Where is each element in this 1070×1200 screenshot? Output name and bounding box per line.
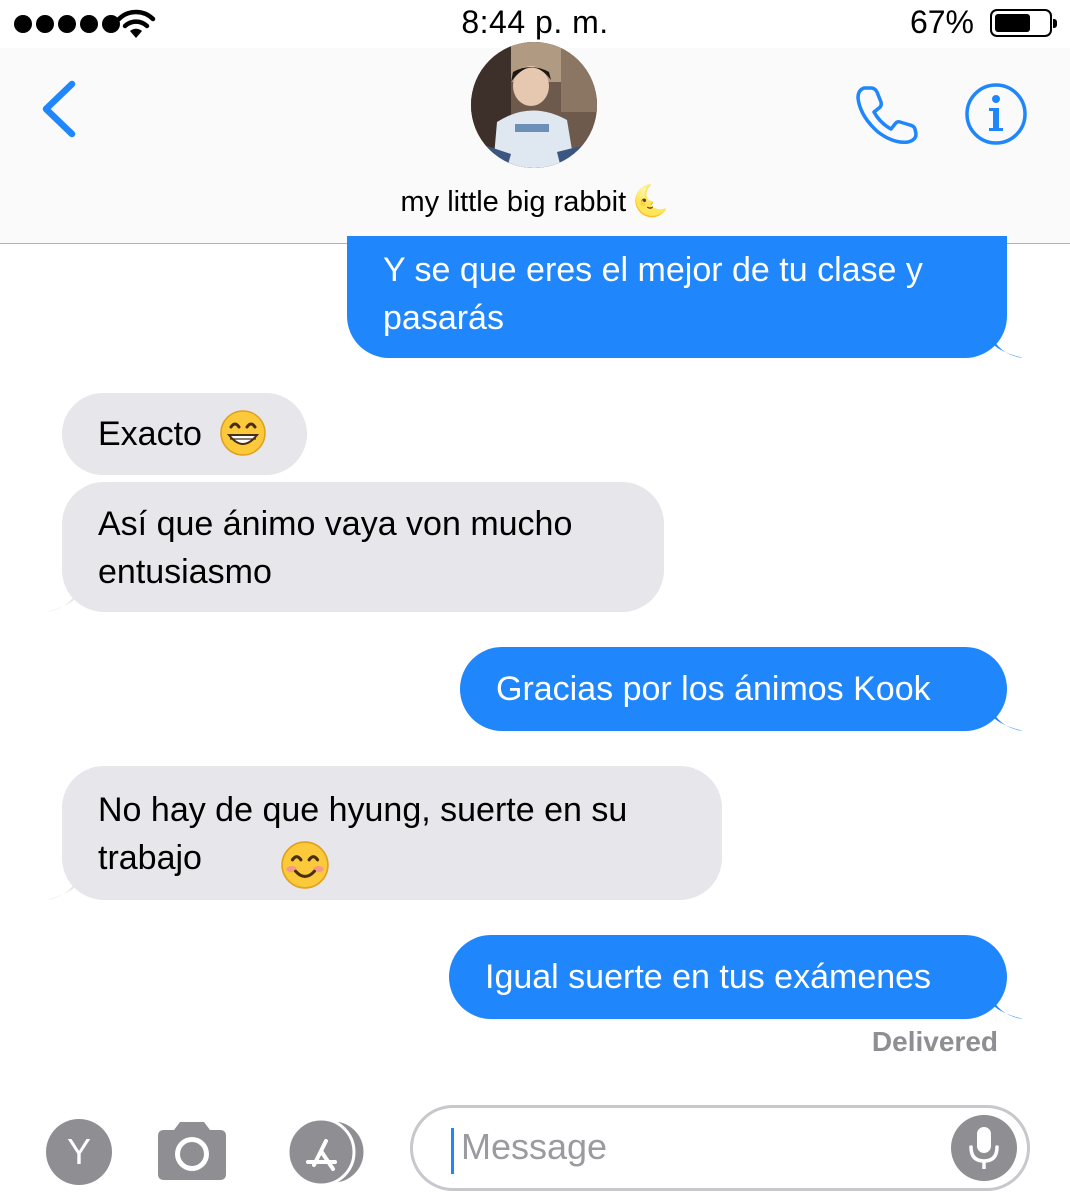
microphone-icon[interactable] [951, 1115, 1017, 1181]
message-bubble-outgoing[interactable]: Y se que eres el mejor de tu clase y pas… [347, 236, 1023, 358]
app-store-icon[interactable] [281, 1117, 371, 1187]
battery-icon [990, 9, 1057, 37]
bubble-tail [989, 989, 1023, 1019]
battery-percent: 67% [909, 4, 974, 40]
contact-avatar[interactable] [471, 42, 597, 168]
message-text: Exacto [98, 415, 202, 453]
bubble-tail [46, 582, 80, 612]
bubble-tail [46, 870, 80, 900]
delivered-status: Delivered [871, 1026, 998, 1057]
message-bubble-incoming[interactable]: Así que ánimo vaya von mucho entusiasmo [46, 482, 664, 612]
grinning-face-icon [220, 410, 267, 456]
message-bubble-incoming[interactable]: Exacto [62, 393, 307, 475]
contact-name[interactable]: my little big rabbit 🌜 [0, 184, 1070, 219]
text-cursor [451, 1128, 454, 1174]
message-input[interactable]: Message [410, 1105, 1030, 1191]
message-bubble-outgoing[interactable]: Gracias por los ánimos Kook [460, 647, 1023, 731]
input-bar: Y Message [0, 1092, 1070, 1200]
conversation-header: my little big rabbit 🌜 [0, 42, 1070, 244]
smiling-face-icon [281, 841, 329, 889]
message-text: Y se que eres el mejor de tu clase y pas… [383, 251, 923, 337]
chevron-left-icon[interactable] [36, 78, 84, 140]
info-icon[interactable] [964, 82, 1028, 146]
message-text: Igual suerte en tus exámenes [485, 958, 932, 996]
message-text: Así que ánimo vaya von mucho entusiasmo [98, 505, 573, 591]
phone-icon[interactable] [852, 82, 922, 148]
message-bubble-incoming[interactable]: No hay de que hyung, suerte en su trabaj… [46, 766, 722, 900]
status-bar: 8:44 p. m. 67% [0, 0, 1070, 48]
y-app-button[interactable]: Y [46, 1119, 112, 1185]
bubble-tail [989, 328, 1023, 358]
message-text: Gracias por los ánimos Kook [496, 670, 931, 708]
camera-icon[interactable] [154, 1118, 230, 1182]
message-placeholder: Message [461, 1126, 608, 1167]
message-bubble-outgoing[interactable]: Igual suerte en tus exámenes [449, 935, 1023, 1019]
bubble-tail [989, 701, 1023, 731]
moon-icon: 🌜 [632, 185, 670, 218]
message-text: No hay de que hyung, suerte en su trabaj… [98, 791, 628, 877]
